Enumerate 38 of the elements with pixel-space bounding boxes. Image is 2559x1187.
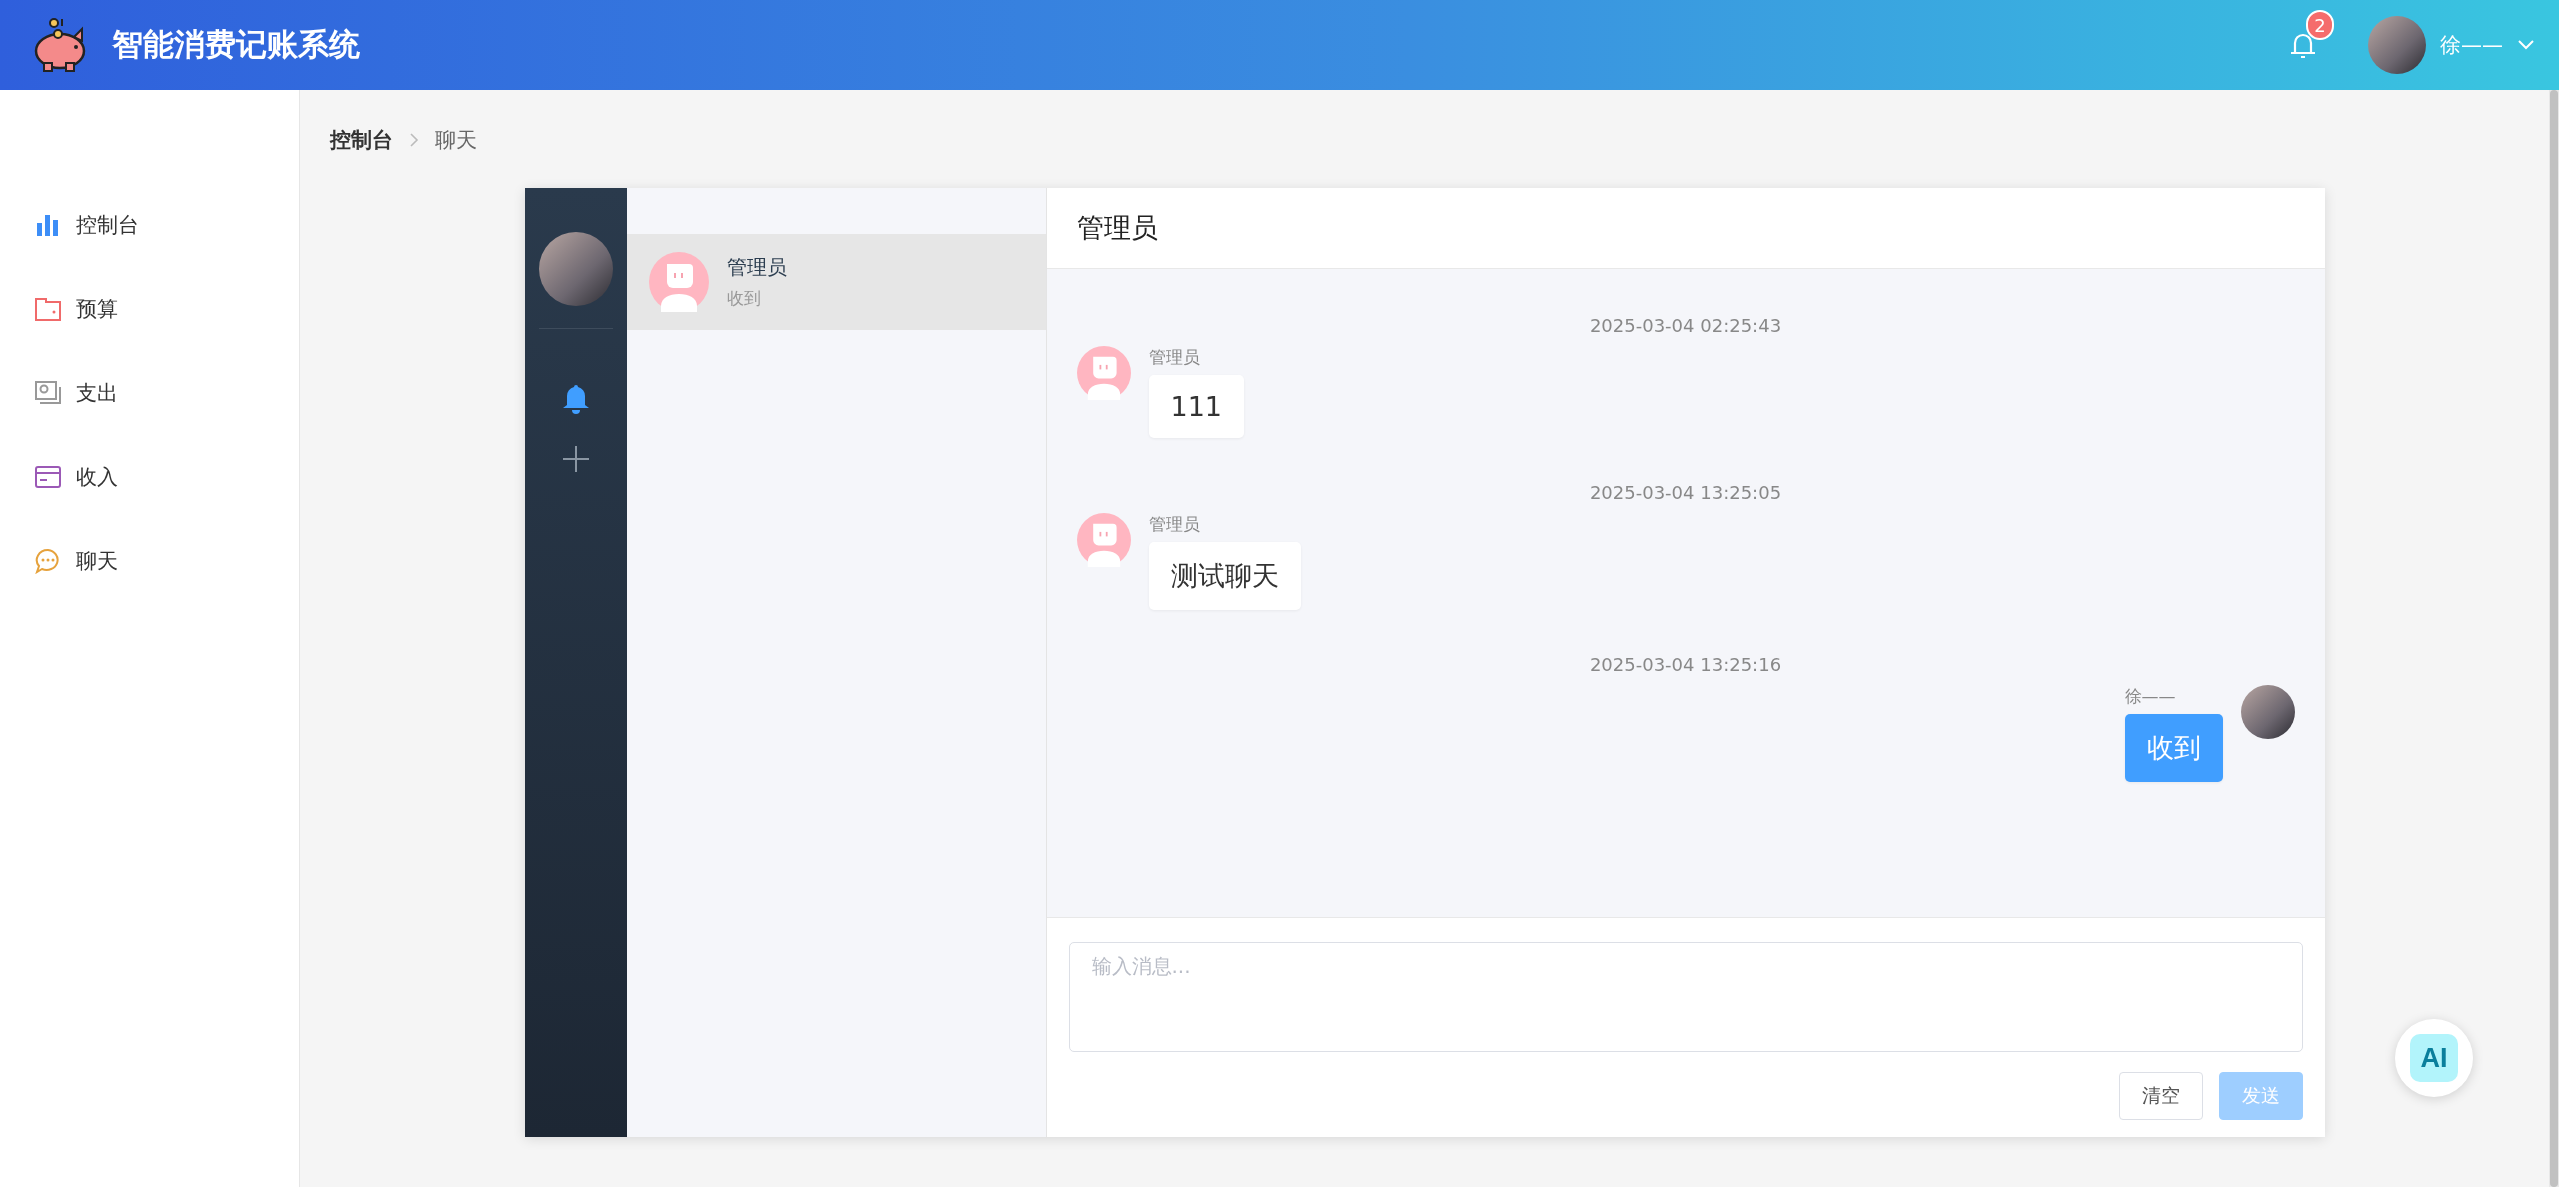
chevron-down-icon[interactable] [2517,39,2535,51]
conversation-item[interactable]: 管理员 收到 [626,234,1046,330]
sidebar-item[interactable]: 支出 [0,372,299,414]
message-bubble: 111 [1148,375,1245,438]
chat-bubble-icon [35,548,61,574]
sidebar-item[interactable]: 控制台 [0,204,299,246]
sender-name: 徐—— [2124,685,2176,708]
contact-name: 管理员 [726,254,787,281]
user-avatar [2240,685,2295,739]
sidebar-item[interactable]: 聊天 [0,540,299,582]
app-title: 智能消费记账系统 [112,25,360,64]
sender-name: 管理员 [1148,346,1201,369]
robot-avatar-icon [1076,346,1131,400]
message-time: 2025-03-04 02:25:43 [1588,315,1783,336]
sender-name: 管理员 [1148,513,1201,536]
chevron-right-icon [409,132,419,148]
message-time: 2025-03-04 13:25:05 [1588,482,1783,503]
notification-badge: 2 [2306,10,2334,40]
last-message: 收到 [726,287,762,310]
plus-icon[interactable] [561,445,590,473]
wallet-icon [35,297,61,321]
sidebar-item[interactable]: 收入 [0,456,299,498]
message-input[interactable]: 输入消息... [1068,942,2303,1052]
clear-button[interactable]: 清空 [2118,1072,2203,1120]
message-bubble: 收到 [2124,714,2223,782]
breadcrumb-item[interactable]: 控制台 [330,126,393,154]
cash-icon [35,381,61,405]
scrollbar[interactable] [2549,90,2559,1187]
user-avatar [2368,16,2426,74]
message-time: 2025-03-04 13:25:16 [1588,654,1783,675]
breadcrumb-item: 聊天 [435,127,477,154]
message-bubble: 测试聊天 [1148,542,1301,610]
bar-chart-icon [36,214,60,236]
ai-assistant-button[interactable]: AI [2395,1019,2473,1097]
robot-avatar-icon [648,252,709,312]
card-icon [35,466,61,488]
sidebar-item[interactable]: 预算 [0,288,299,330]
robot-avatar-icon [1076,513,1131,567]
